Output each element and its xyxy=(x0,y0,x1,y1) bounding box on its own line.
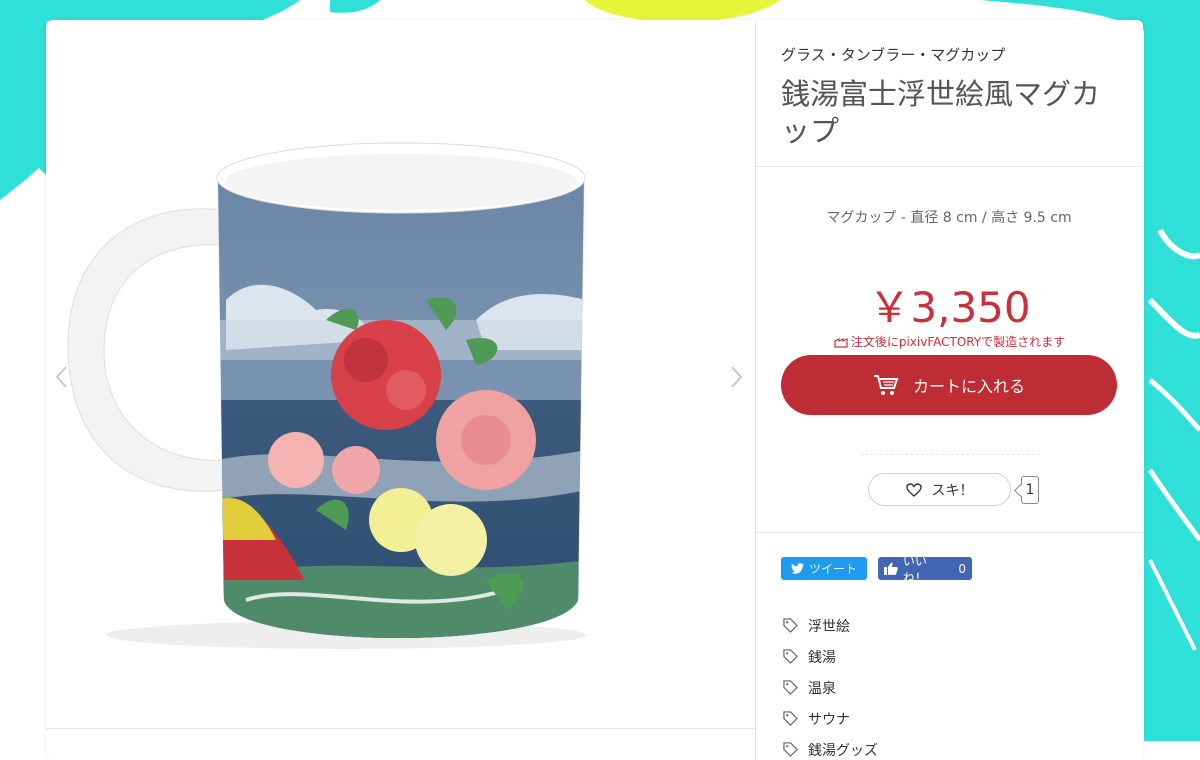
divider-dashed xyxy=(860,454,1040,455)
tag-icon xyxy=(783,680,798,695)
tag-label: サウナ xyxy=(808,711,850,728)
product-image[interactable] xyxy=(46,20,755,720)
chevron-right-icon xyxy=(731,366,743,388)
heart-icon xyxy=(905,482,922,497)
add-to-cart-button[interactable]: カートに入れる xyxy=(781,355,1117,415)
tag-icon xyxy=(783,618,798,633)
product-title: 銭湯富士浮世絵風マグカップ xyxy=(781,77,1101,148)
add-to-cart-label: カートに入れる xyxy=(912,377,1025,396)
like-label: スキ！ xyxy=(931,482,974,499)
tag-item[interactable]: 浮世絵 xyxy=(783,610,878,641)
thumbs-up-icon xyxy=(884,562,898,575)
facebook-like-button[interactable]: いいね！ 0 xyxy=(878,554,972,585)
product-price: ￥3,350 xyxy=(868,283,1031,332)
divider xyxy=(756,166,1143,167)
tag-item[interactable]: 温泉 xyxy=(783,672,878,703)
tag-label: 浮世絵 xyxy=(808,618,850,635)
tag-label: 銭湯グッズ xyxy=(808,742,878,759)
tag-item[interactable]: 銭湯グッズ xyxy=(783,734,878,760)
like-button[interactable]: スキ！ xyxy=(868,473,1011,506)
like-count: 1 xyxy=(1021,476,1039,504)
tag-item[interactable]: 銭湯 xyxy=(783,641,878,672)
divider xyxy=(756,532,1143,533)
factory-note-text: 注文後にpixivFACTORYで製造されます xyxy=(850,335,1066,349)
tag-icon xyxy=(783,649,798,664)
product-info: グラス・タンブラー・マグカップ 銭湯富士浮世絵風マグカップ マグカップ - 直径… xyxy=(756,20,1143,760)
tag-icon xyxy=(783,742,798,757)
next-image-button[interactable] xyxy=(726,362,746,392)
twitter-bird-icon xyxy=(790,563,804,574)
tag-label: 銭湯 xyxy=(808,649,836,666)
factory-icon xyxy=(834,338,848,348)
tag-list: 浮世絵 銭湯 温泉 サウナ 銭湯グッズ xyxy=(783,610,878,760)
facebook-like-count: 0 xyxy=(958,561,966,576)
tag-icon xyxy=(783,711,798,726)
tweet-button[interactable]: ツイート xyxy=(781,557,867,580)
cart-icon xyxy=(873,375,899,395)
prev-image-button[interactable] xyxy=(52,362,72,392)
product-spec: マグカップ - 直径 8 cm / 高さ 9.5 cm xyxy=(826,210,1072,226)
chevron-left-icon xyxy=(55,366,67,388)
tag-item[interactable]: サウナ xyxy=(783,703,878,734)
gallery-divider xyxy=(46,728,755,729)
product-gallery xyxy=(46,20,756,760)
product-category-link[interactable]: グラス・タンブラー・マグカップ xyxy=(781,44,1005,65)
facebook-like-label: いいね！ xyxy=(902,553,927,585)
tag-label: 温泉 xyxy=(808,680,836,697)
product-card: グラス・タンブラー・マグカップ 銭湯富士浮世絵風マグカップ マグカップ - 直径… xyxy=(46,20,1143,760)
factory-note: 注文後にpixivFACTORYで製造されます xyxy=(756,333,1143,350)
tweet-label: ツイート xyxy=(808,562,857,576)
